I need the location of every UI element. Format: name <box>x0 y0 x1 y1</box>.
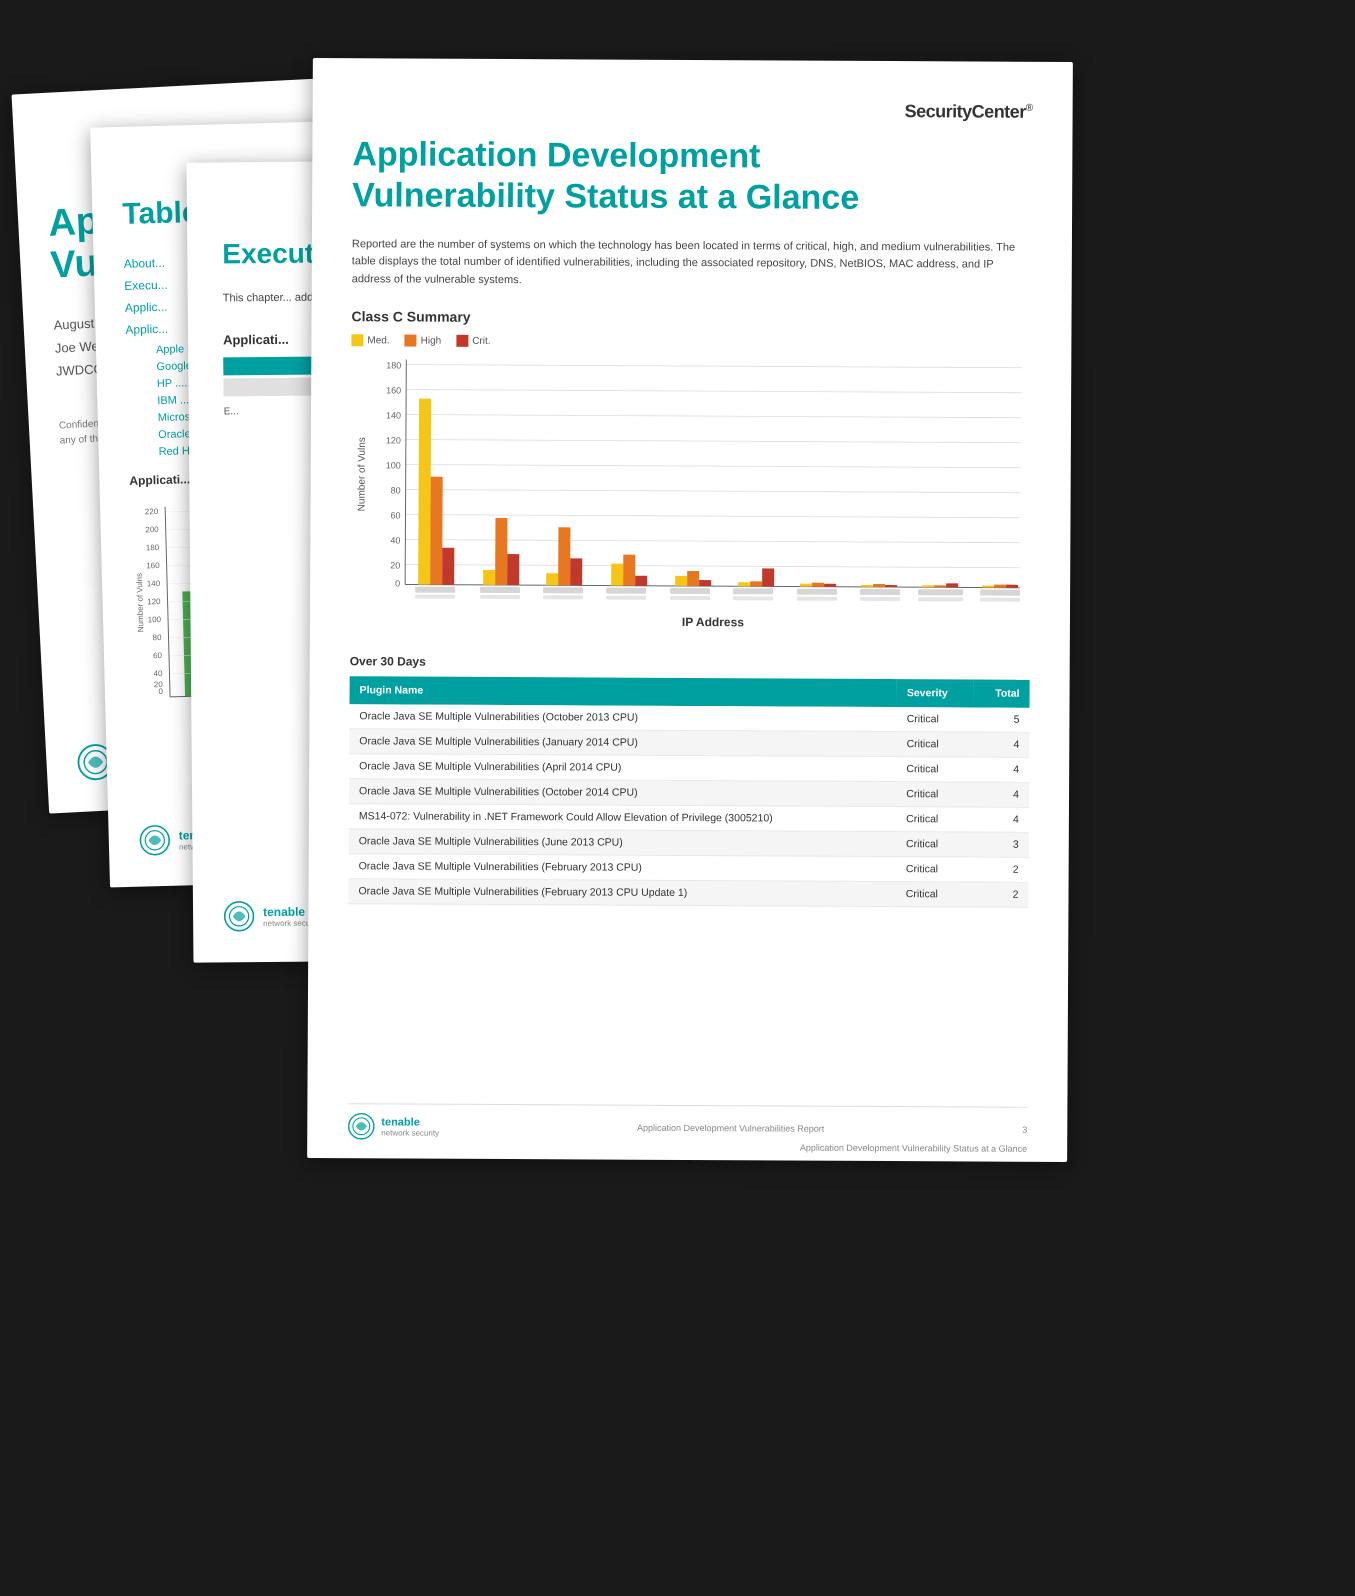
table-row: Oracle Java SE Multiple Vulnerabilities … <box>349 705 1029 733</box>
svg-text:120: 120 <box>147 597 161 606</box>
svg-text:20: 20 <box>390 561 400 571</box>
svg-text:100: 100 <box>148 615 162 624</box>
cell-severity: Critical <box>896 857 973 882</box>
cell-severity: Critical <box>897 707 974 732</box>
svg-text:80: 80 <box>391 486 401 496</box>
col-total: Total <box>974 680 1030 708</box>
cell-severity: Critical <box>896 782 973 807</box>
svg-text:IP Address: IP Address <box>682 615 744 629</box>
footer-brand: tenable network security <box>381 1116 439 1137</box>
footer-right: Application Development Vulnerability St… <box>800 1143 1027 1154</box>
main-page-footer: tenable network security Application Dev… <box>347 1103 1027 1144</box>
cell-plugin-name: Oracle Java SE Multiple Vulnerabilities … <box>349 729 896 757</box>
legend-med: Med. <box>351 335 389 347</box>
table-row: Oracle Java SE Multiple Vulnerabilities … <box>349 779 1029 808</box>
footer-page-number: 3 <box>1022 1125 1027 1135</box>
cell-total: 4 <box>973 757 1029 782</box>
footer-logo: tenable network security <box>347 1112 439 1140</box>
table-row: Oracle Java SE Multiple Vulnerabilities … <box>349 854 1029 883</box>
legend-high: High <box>405 335 442 347</box>
over-30-label: Over 30 Days <box>350 655 1030 673</box>
col-severity: Severity <box>897 679 974 707</box>
cell-plugin-name: MS14-072: Vulnerability in .NET Framewor… <box>349 804 896 832</box>
legend-crit-color <box>456 335 468 347</box>
chart-container: 180 160 140 120 100 80 60 40 20 0 Number… <box>350 355 1031 639</box>
chart-legend: Med. High Crit. <box>351 335 1031 351</box>
chart-svg: 180 160 140 120 100 80 60 40 20 0 Number… <box>350 355 1031 639</box>
cell-severity: Critical <box>896 882 973 907</box>
cell-severity: Critical <box>897 732 974 757</box>
svg-text:0: 0 <box>395 579 400 589</box>
svg-text:200: 200 <box>145 525 159 534</box>
col-plugin-name: Plugin Name <box>350 677 897 708</box>
main-page: SecurityCenter® Application Development … <box>307 58 1073 1162</box>
svg-text:40: 40 <box>153 669 163 678</box>
vuln-table: Plugin Name Severity Total Oracle Java S… <box>348 677 1029 909</box>
cell-total: 2 <box>973 857 1029 882</box>
svg-text:220: 220 <box>145 507 159 516</box>
svg-text:140: 140 <box>386 411 401 421</box>
cell-plugin-name: Oracle Java SE Multiple Vulnerabilities … <box>349 854 896 882</box>
main-page-title: Application Development Vulnerability St… <box>352 134 1032 219</box>
svg-text:40: 40 <box>390 536 400 546</box>
svg-text:60: 60 <box>390 511 400 521</box>
cell-total: 5 <box>973 708 1029 733</box>
class-c-title: Class C Summary <box>351 309 1031 329</box>
footer-center: Application Development Vulnerabilities … <box>637 1123 824 1134</box>
cell-plugin-name: Oracle Java SE Multiple Vulnerabilities … <box>349 829 896 857</box>
svg-text:160: 160 <box>386 386 401 396</box>
table-row: Oracle Java SE Multiple Vulnerabilities … <box>349 729 1029 758</box>
cell-total: 2 <box>973 882 1029 907</box>
svg-text:0: 0 <box>158 687 163 696</box>
table-row: Oracle Java SE Multiple Vulnerabilities … <box>349 754 1029 783</box>
svg-text:100: 100 <box>386 461 401 471</box>
cell-total: 3 <box>973 832 1029 857</box>
main-description: Reported are the number of systems on wh… <box>352 236 1032 292</box>
svg-text:Number of Vulns: Number of Vulns <box>357 438 368 512</box>
cell-severity: Critical <box>896 807 973 832</box>
svg-text:Number of Vulns: Number of Vulns <box>135 573 146 633</box>
table-row: Oracle Java SE Multiple Vulnerabilities … <box>349 829 1029 858</box>
cell-plugin-name: Oracle Java SE Multiple Vulnerabilities … <box>349 779 896 807</box>
exec-tenable-logo: tenable network security <box>223 900 321 933</box>
legend-high-color <box>405 335 417 347</box>
svg-text:120: 120 <box>386 436 401 446</box>
cell-severity: Critical <box>896 832 973 857</box>
cell-severity: Critical <box>896 757 973 782</box>
svg-text:180: 180 <box>146 543 160 552</box>
cell-plugin-name: Oracle Java SE Multiple Vulnerabilities … <box>349 705 896 732</box>
legend-crit: Crit. <box>456 335 490 347</box>
legend-med-color <box>351 335 363 347</box>
svg-text:80: 80 <box>153 633 163 642</box>
svg-text:60: 60 <box>153 651 163 660</box>
cell-plugin-name: Oracle Java SE Multiple Vulnerabilities … <box>348 879 895 907</box>
cell-total: 4 <box>973 782 1029 807</box>
svg-text:140: 140 <box>147 579 161 588</box>
svg-text:180: 180 <box>386 361 401 371</box>
table-header-row: Plugin Name Severity Total <box>350 677 1030 709</box>
table-row: Oracle Java SE Multiple Vulnerabilities … <box>348 879 1028 908</box>
cell-total: 4 <box>973 807 1029 832</box>
cell-plugin-name: Oracle Java SE Multiple Vulnerabilities … <box>349 754 896 782</box>
cell-total: 4 <box>973 732 1029 757</box>
svg-text:160: 160 <box>146 561 160 570</box>
main-security-center-logo: SecurityCenter® <box>353 98 1033 123</box>
table-row: MS14-072: Vulnerability in .NET Framewor… <box>349 804 1029 833</box>
